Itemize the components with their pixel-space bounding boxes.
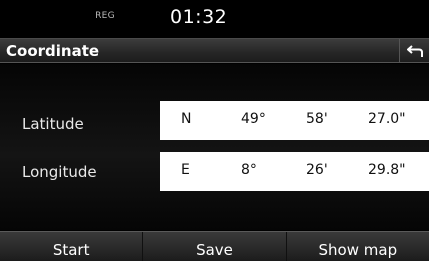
- latitude-field[interactable]: N 49° 58' 27.0": [160, 101, 429, 140]
- coordinate-panel: Latitude N 49° 58' 27.0" Longitude E 8° …: [0, 64, 429, 230]
- latitude-seconds[interactable]: 27.0": [368, 111, 406, 127]
- latitude-direction[interactable]: N: [181, 111, 191, 127]
- longitude-minutes[interactable]: 26': [306, 162, 328, 178]
- longitude-degrees[interactable]: 8°: [241, 162, 257, 178]
- latitude-label: Latitude: [22, 115, 84, 133]
- longitude-direction[interactable]: E: [181, 162, 190, 178]
- longitude-label: Longitude: [22, 163, 97, 181]
- status-bar: REG 01:32: [0, 0, 429, 34]
- latitude-minutes[interactable]: 58': [306, 111, 328, 127]
- longitude-seconds[interactable]: 29.8": [368, 162, 406, 178]
- back-arrow-icon: [406, 44, 423, 57]
- save-button[interactable]: Save: [143, 232, 287, 261]
- title-bar: Coordinate: [0, 38, 429, 63]
- bottom-action-bar: Start Save Show map: [0, 231, 429, 261]
- longitude-field[interactable]: E 8° 26' 29.8": [160, 152, 429, 191]
- clock: 01:32: [170, 6, 228, 28]
- latitude-degrees[interactable]: 49°: [241, 111, 266, 127]
- start-button[interactable]: Start: [0, 232, 144, 261]
- back-button[interactable]: [399, 39, 429, 62]
- page-title: Coordinate: [6, 42, 100, 60]
- show-map-button[interactable]: Show map: [287, 232, 429, 261]
